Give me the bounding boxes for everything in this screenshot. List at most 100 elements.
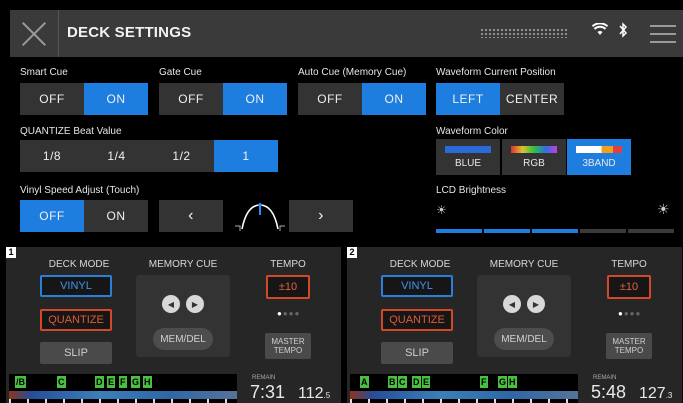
smart-cue-on-button[interactable]: ON [84, 83, 148, 115]
hot-cue-d: D [95, 376, 104, 388]
hot-cue-c: C [57, 376, 66, 388]
tempo-title: TEMPO [270, 259, 306, 270]
waveform-color-blue-label: BLUE [454, 157, 482, 169]
deck-number: 1 [6, 247, 16, 258]
next-cue-icon[interactable]: ▶ [186, 295, 204, 313]
brightness-segment[interactable] [628, 229, 674, 233]
waveform-body [350, 391, 578, 399]
deck-2-waveform[interactable]: A B C D E F G H [350, 374, 578, 403]
smart-cue-toggle: OFF ON [20, 83, 148, 115]
remain-time: 5:48 [591, 382, 627, 402]
waveform-color-rgb-label: RGB [523, 157, 545, 169]
vinyl-speed-off-button[interactable]: OFF [20, 200, 84, 232]
quantize-1-8-button[interactable]: 1/8 [20, 140, 84, 172]
beat-grid [350, 399, 578, 403]
master-tempo-button[interactable]: MASTER TEMPO [606, 333, 652, 359]
waveform-color-rgb-button[interactable]: RGB [502, 139, 566, 175]
gate-cue-label: Gate Cue [159, 67, 202, 78]
brightness-segment[interactable] [532, 229, 578, 233]
quantize-beat-selector: 1/8 1/4 1/2 1 [20, 140, 278, 172]
vinyl-speed-on-button[interactable]: ON [84, 200, 148, 232]
deck-1-panel: 1 DECK MODE VINYL QUANTIZE SLIP MEMORY C… [6, 247, 341, 403]
vinyl-speed-prev-wrap: ‹ [159, 200, 223, 232]
smart-cue-off-button[interactable]: OFF [20, 83, 84, 115]
hot-cue-g: G [498, 376, 508, 388]
hot-cue-h: H [143, 376, 152, 388]
waveform-color-label: Waveform Color [436, 126, 508, 137]
brightness-segment[interactable] [484, 229, 530, 233]
hot-cue-e: E [422, 376, 431, 388]
waveform-position-label: Waveform Current Position [436, 67, 556, 78]
bpm-decimal: .3 [665, 391, 673, 400]
rgb-swatch [511, 145, 557, 153]
tempo-range-indicator: ●●●● [618, 309, 642, 318]
bpm-decimal: .5 [323, 391, 331, 400]
header-divider [58, 10, 59, 57]
bpm-display: 127.3 [639, 385, 672, 403]
slip-button[interactable]: SLIP [381, 342, 453, 364]
hot-cue-f: F [119, 376, 127, 388]
prev-cue-icon[interactable]: ◀ [503, 295, 521, 313]
waveform-color-3band-button[interactable]: 3BAND [567, 139, 631, 175]
brightness-segment[interactable] [580, 229, 626, 233]
hot-cue-f: F [480, 376, 488, 388]
vinyl-speed-next-button[interactable]: › [289, 200, 353, 232]
quantize-1-4-button[interactable]: 1/4 [84, 140, 149, 172]
master-tempo-button[interactable]: MASTER TEMPO [265, 333, 311, 359]
waveform-body [9, 391, 237, 399]
gate-cue-toggle: OFF ON [159, 83, 287, 115]
close-icon[interactable] [20, 20, 48, 48]
menu-icon[interactable] [650, 25, 676, 43]
vinyl-button[interactable]: VINYL [40, 275, 112, 297]
quantize-1-2-button[interactable]: 1/2 [149, 140, 214, 172]
slip-button[interactable]: SLIP [40, 342, 112, 364]
quantize-1-button[interactable]: 1 [214, 140, 278, 172]
beat-grid [9, 399, 237, 403]
waveform-color-blue-button[interactable]: BLUE [436, 139, 500, 175]
vinyl-button[interactable]: VINYL [381, 275, 453, 297]
auto-cue-label: Auto Cue (Memory Cue) [298, 67, 407, 78]
vinyl-speed-prev-button[interactable]: ‹ [159, 200, 223, 232]
tempo-range-button[interactable]: ±10 [266, 275, 310, 299]
remain-label: REMAIN [593, 375, 617, 381]
deck-mode-title: DECK MODE [48, 259, 110, 270]
hot-cue-d: D [412, 376, 421, 388]
deck-1-waveform[interactable]: /B C D E F G H [9, 374, 237, 403]
remain-time: 7:31 [250, 382, 286, 402]
waveform-color-3band-label: 3BAND [582, 157, 616, 169]
waveform-left-button[interactable]: LEFT [436, 83, 500, 115]
auto-cue-on-button[interactable]: ON [362, 83, 426, 115]
next-cue-icon[interactable]: ▶ [527, 295, 545, 313]
vinyl-speed-next-wrap: › [289, 200, 353, 232]
blue-swatch [445, 145, 491, 153]
hot-cue-h: H [508, 376, 517, 388]
prev-cue-icon[interactable]: ◀ [162, 295, 180, 313]
tempo-title: TEMPO [611, 259, 647, 270]
page-title: DECK SETTINGS [67, 24, 192, 41]
status-dots [480, 28, 568, 38]
hot-cue-a: A [360, 376, 369, 388]
waveform-center-button[interactable]: CENTER [500, 83, 564, 115]
gate-cue-off-button[interactable]: OFF [159, 83, 223, 115]
deck-mode-title: DECK MODE [389, 259, 451, 270]
hot-cue-b: /B [15, 376, 26, 388]
bpm-display: 112.5 [298, 385, 330, 403]
3band-swatch [576, 145, 622, 153]
memory-cue-box: ◀ ▶ MEM/DEL [477, 275, 571, 357]
vinyl-speed-label: Vinyl Speed Adjust (Touch) [20, 185, 140, 196]
brightness-segment[interactable] [436, 229, 482, 233]
quantize-button[interactable]: QUANTIZE [40, 309, 112, 331]
quantize-button[interactable]: QUANTIZE [381, 309, 453, 331]
deck-number: 2 [347, 247, 357, 258]
vinyl-speed-curve-icon [232, 201, 288, 233]
remain-label: REMAIN [252, 375, 276, 381]
mem-del-button[interactable]: MEM/DEL [494, 328, 554, 350]
hot-cue-c: C [398, 376, 407, 388]
mem-del-button[interactable]: MEM/DEL [153, 328, 213, 350]
tempo-range-indicator: ●●●● [277, 309, 301, 318]
tempo-range-button[interactable]: ±10 [607, 275, 651, 299]
gate-cue-on-button[interactable]: ON [223, 83, 287, 115]
deck-2-panel: 2 DECK MODE VINYL QUANTIZE SLIP MEMORY C… [347, 247, 682, 403]
auto-cue-off-button[interactable]: OFF [298, 83, 362, 115]
smart-cue-label: Smart Cue [20, 67, 68, 78]
